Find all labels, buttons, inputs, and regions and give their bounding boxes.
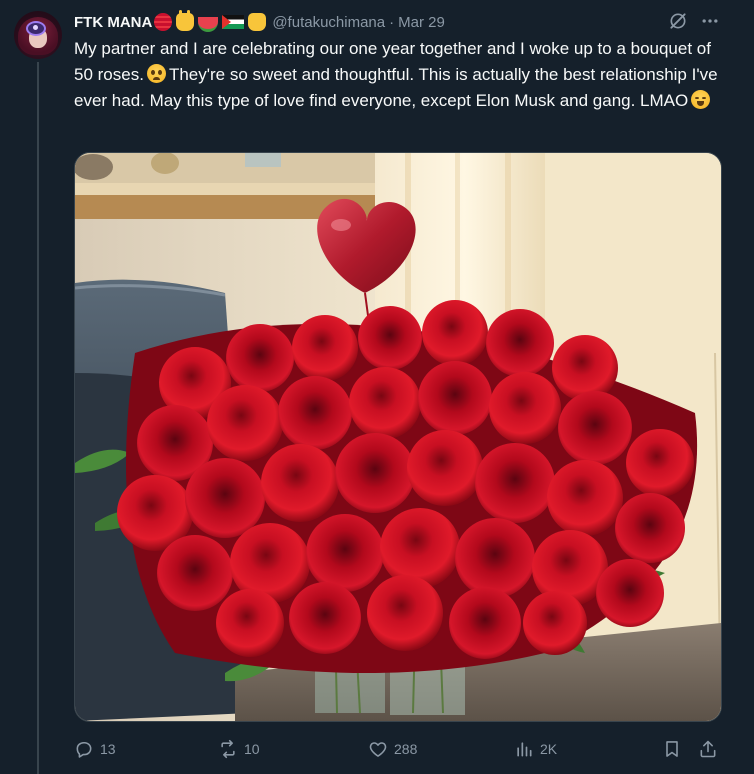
repost-button[interactable]: 10 xyxy=(218,736,260,762)
bookmark-icon xyxy=(666,741,678,757)
stop-sign-emoji xyxy=(154,13,173,31)
reply-icon xyxy=(76,741,92,758)
tweet[interactable]: FTK MANA @futakuchimana · Mar 29 My part… xyxy=(0,0,754,774)
more-icon[interactable] xyxy=(700,11,720,31)
thread-line xyxy=(37,62,39,774)
timestamp[interactable]: Mar 29 xyxy=(398,14,445,31)
sign-of-the-horns-emoji xyxy=(176,10,195,31)
like-button[interactable]: 288 xyxy=(368,736,417,762)
avatar-hat xyxy=(26,21,46,36)
display-name[interactable]: FTK MANA xyxy=(74,14,152,31)
reply-count: 13 xyxy=(100,741,116,757)
tweet-header: FTK MANA @futakuchimana · Mar 29 xyxy=(74,10,445,33)
tweet-actions: 13 10 288 2K xyxy=(74,736,724,762)
share-button[interactable] xyxy=(698,736,718,762)
raised-fist-emoji xyxy=(248,13,267,31)
tweet-photo[interactable] xyxy=(74,152,722,722)
repost-count: 10 xyxy=(244,741,260,757)
rolling-laughing-emoji xyxy=(691,90,711,109)
like-count: 288 xyxy=(394,741,418,757)
heart-icon xyxy=(369,742,387,757)
roses xyxy=(117,300,698,673)
tweet-text: My partner and I are celebrating our one… xyxy=(74,36,724,114)
watermelon-emoji xyxy=(198,16,219,32)
view-count: 2K xyxy=(540,741,558,757)
pleading-face-emoji xyxy=(146,64,166,83)
grok-icon[interactable] xyxy=(668,11,688,31)
views-button[interactable]: 2K xyxy=(514,736,557,762)
repost-icon xyxy=(221,739,235,759)
palestine-flag-emoji xyxy=(222,15,245,29)
handle[interactable]: @futakuchimana xyxy=(272,14,385,31)
bookmark-button[interactable] xyxy=(662,736,682,762)
views-icon xyxy=(517,742,532,757)
share-icon xyxy=(700,740,716,758)
tweet-text-part-2: They're so sweet and thoughtful. This is… xyxy=(74,65,718,110)
separator-dot: · xyxy=(389,13,395,31)
rose-bouquet-photo xyxy=(75,153,721,721)
reply-button[interactable]: 13 xyxy=(74,736,116,762)
avatar[interactable] xyxy=(14,11,62,59)
